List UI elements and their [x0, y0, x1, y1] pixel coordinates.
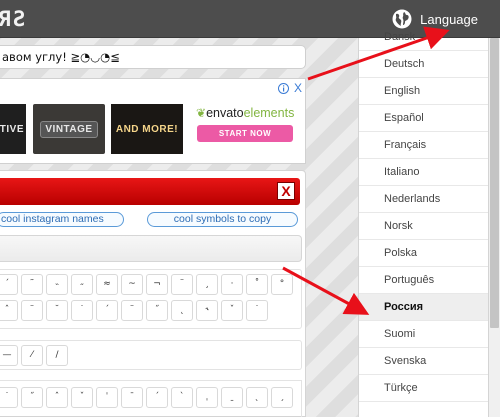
- language-option[interactable]: Norsk: [359, 213, 488, 240]
- ad-close-button[interactable]: X: [294, 81, 302, 95]
- symbol-button[interactable]: ˊ: [0, 274, 18, 295]
- language-option[interactable]: Nederlands: [359, 186, 488, 213]
- language-option[interactable]: English: [359, 78, 488, 105]
- symbol-button[interactable]: ˈ: [96, 387, 118, 408]
- symbol-button[interactable]: ≈: [96, 274, 118, 295]
- symbol-button[interactable]: ˆ: [46, 387, 68, 408]
- symbol-button[interactable]: ˝: [21, 387, 43, 408]
- symbol-button[interactable]: °: [271, 274, 293, 295]
- language-dropdown: Dansk Deutsch English Español Français Italia…: [358, 31, 489, 417]
- language-option[interactable]: Svenska: [359, 348, 488, 375]
- symbol-button[interactable]: ˇ: [221, 300, 243, 321]
- envato-brand-part: elements: [243, 106, 295, 120]
- ad-tile[interactable]: TIVE: [0, 104, 26, 154]
- symbol-button[interactable]: /: [46, 345, 68, 366]
- ad-tile[interactable]: VINTAGE: [33, 104, 105, 154]
- symbol-button[interactable]: ˘: [46, 300, 68, 321]
- symbol-button[interactable]: ˊ: [146, 387, 168, 408]
- symbols-panel: X cool instagram names cool symbols to c…: [0, 170, 306, 417]
- symbol-button[interactable]: ˞: [196, 300, 218, 321]
- symbol-button[interactable]: ˆ: [0, 300, 18, 321]
- symbol-button[interactable]: —: [0, 345, 18, 366]
- symbol-button[interactable]: ¬: [146, 274, 168, 295]
- language-option[interactable]: Dansk: [359, 24, 488, 51]
- language-option[interactable]: Suomi: [359, 321, 488, 348]
- symbol-grid: ˙ ˝ ˆ ˇ ˈ ˉ ˊ ˋ ˌ ˍ ˎ ˏ: [0, 380, 302, 417]
- symbol-button[interactable]: ˙: [0, 387, 18, 408]
- language-option[interactable]: Polska: [359, 240, 488, 267]
- ad-tile-label: VINTAGE: [40, 120, 98, 138]
- panel-close-button[interactable]: X: [277, 182, 295, 200]
- link-cool-instagram-names[interactable]: cool instagram names: [0, 212, 124, 227]
- symbol-grid: ˊ ˜ ˵ ˶ ≈ ~ ¬ ¨ ¸ · ˚ ° ˆ ¨ ˘ ˙ ´ ¨ ˝ ˛ ˞ ˇ ˙: [0, 269, 302, 329]
- language-option[interactable]: Deutsch: [359, 51, 488, 78]
- link-cool-symbols-to-copy[interactable]: cool symbols to copy: [147, 212, 298, 227]
- envato-brand[interactable]: ❦envatoelements: [196, 106, 294, 120]
- symbol-button[interactable]: ˝: [146, 300, 168, 321]
- start-now-button[interactable]: START NOW: [197, 125, 293, 142]
- symbol-button[interactable]: ~: [121, 274, 143, 295]
- symbol-button[interactable]: ˛: [171, 300, 193, 321]
- ad-tile[interactable]: AND MORE!: [111, 104, 183, 154]
- symbol-button[interactable]: ˍ: [221, 387, 243, 408]
- language-option[interactable]: Россия: [359, 294, 488, 321]
- symbol-button[interactable]: ˇ: [71, 387, 93, 408]
- ad-choices-icon[interactable]: [278, 83, 289, 94]
- message-text: авом углу! ≧◔◡◔≦: [0, 45, 306, 69]
- symbol-button[interactable]: ˉ: [121, 387, 143, 408]
- leaf-icon: ❦: [196, 106, 207, 120]
- ad-banner[interactable]: X TIVE VINTAGE AND MORE! ❦envatoelements…: [0, 78, 306, 164]
- symbol-search-bar[interactable]: [0, 235, 302, 262]
- symbol-button[interactable]: ˏ: [271, 387, 293, 408]
- symbol-button[interactable]: ˙: [246, 300, 268, 321]
- symbol-button[interactable]: ´: [96, 300, 118, 321]
- symbol-button[interactable]: ˵: [46, 274, 68, 295]
- symbol-button[interactable]: ˜: [21, 274, 43, 295]
- symbol-button[interactable]: ⁄: [21, 345, 43, 366]
- scrollbar-thumb[interactable]: [490, 38, 499, 328]
- symbol-button[interactable]: ˌ: [196, 387, 218, 408]
- symbol-button[interactable]: ¸: [196, 274, 218, 295]
- symbol-button[interactable]: ˙: [71, 300, 93, 321]
- symbol-button[interactable]: ˋ: [171, 387, 193, 408]
- symbol-button[interactable]: ˚: [246, 274, 268, 295]
- panel-header-bar: X: [0, 178, 300, 205]
- symbol-button[interactable]: ˎ: [246, 387, 268, 408]
- symbol-button[interactable]: ¨: [121, 300, 143, 321]
- language-option[interactable]: Italiano: [359, 159, 488, 186]
- language-option[interactable]: Français: [359, 132, 488, 159]
- dropdown-scrollbar[interactable]: [489, 38, 500, 417]
- symbol-button[interactable]: ¨: [171, 274, 193, 295]
- language-option[interactable]: Türkçe: [359, 375, 488, 402]
- envato-brand-part: envato: [206, 106, 244, 120]
- symbol-button[interactable]: ˶: [71, 274, 93, 295]
- symbol-button[interactable]: ¨: [21, 300, 43, 321]
- language-option[interactable]: Português: [359, 267, 488, 294]
- symbol-grid: — ⁄ /: [0, 340, 302, 370]
- language-option[interactable]: Español: [359, 105, 488, 132]
- site-logo[interactable]: ЯƧ: [0, 7, 38, 31]
- symbol-button[interactable]: ·: [221, 274, 243, 295]
